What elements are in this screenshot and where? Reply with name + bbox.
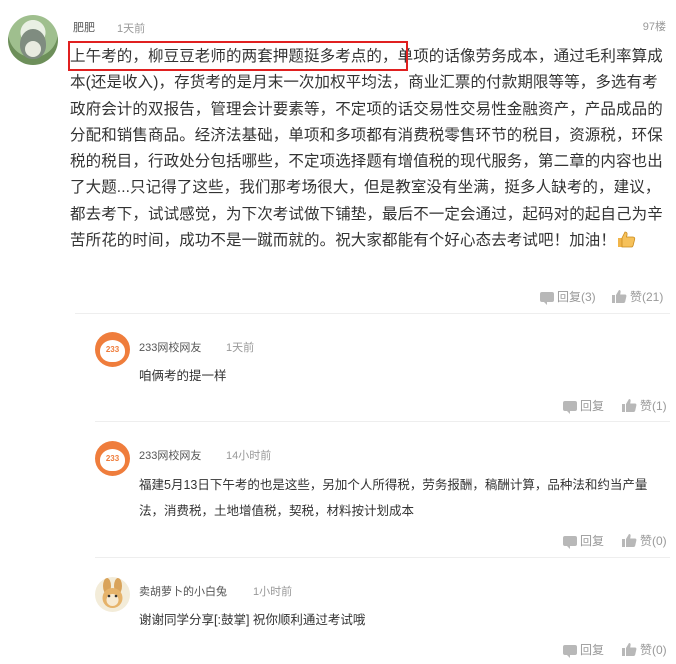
divider	[95, 421, 670, 422]
reply-body: 福建5月13日下午考的也是这些，另加个人所得税，劳务报酬，稿酬计算，品种法和约当…	[139, 478, 648, 518]
comment-body: 上午考的，柳豆豆老师的两套押题挺多考点的，单项的话像劳务成本，通过毛利率算成本(…	[70, 44, 670, 254]
reply-avatar[interactable]: 233	[95, 441, 130, 476]
comment-text: 上午考的，柳豆豆老师的两套押题挺多考点的，单项的话像劳务成本，通过毛利率算成本(…	[70, 48, 663, 250]
reply-body: 谢谢同学分享[:鼓掌] 祝你顺利通过考试哦	[139, 613, 366, 627]
reply-button[interactable]: 回复	[563, 532, 604, 549]
like-button[interactable]: 赞(0)	[622, 532, 667, 549]
divider	[95, 557, 670, 558]
reply-username[interactable]: 卖胡萝卜的小白兔	[139, 583, 227, 599]
like-button[interactable]: 赞(21)	[612, 288, 663, 305]
reply-time: 14小时前	[226, 450, 272, 462]
thumbs-up-icon	[622, 399, 637, 412]
reply-label: 回复	[580, 534, 605, 548]
avatar-logo-text: 233	[105, 345, 120, 354]
reply-button[interactable]: 回复	[563, 641, 604, 658]
reply-avatar[interactable]: 233	[95, 332, 130, 367]
reply-button[interactable]: 回复(3)	[540, 288, 596, 305]
comment-icon	[563, 644, 577, 658]
thumbs-up-icon	[622, 643, 637, 656]
comment-time: 1天前	[117, 23, 146, 35]
reply-time: 1小时前	[253, 586, 293, 598]
comment-icon	[563, 400, 577, 414]
rabbit-icon	[102, 578, 123, 608]
divider	[75, 313, 670, 314]
like-button[interactable]: 赞(1)	[622, 397, 667, 414]
reply-count-label: 回复(3)	[557, 290, 596, 304]
thumbs-up-icon	[612, 290, 627, 303]
comment-icon	[540, 291, 554, 305]
reply-avatar[interactable]	[95, 577, 130, 612]
reply-label: 回复	[580, 399, 605, 413]
reply-body: 咱俩考的提一样	[139, 369, 227, 383]
thumbs-up-icon	[622, 534, 637, 547]
comment-username[interactable]: 肥肥	[73, 19, 95, 35]
like-count-label: 赞(1)	[640, 399, 667, 413]
thumbs-up-emoji-icon	[618, 231, 636, 248]
like-count-label: 赞(0)	[640, 534, 667, 548]
reply-username[interactable]: 233网校网友	[139, 339, 201, 355]
avatar-logo-text: 233	[105, 454, 120, 463]
reply-time: 1天前	[226, 342, 255, 354]
reply-label: 回复	[580, 643, 605, 657]
reply-username[interactable]: 233网校网友	[139, 447, 201, 463]
like-count-label: 赞(21)	[630, 290, 664, 304]
user-avatar[interactable]	[8, 15, 58, 65]
like-button[interactable]: 赞(0)	[622, 641, 667, 658]
comment-icon	[563, 535, 577, 549]
floor-number: 97楼	[642, 21, 666, 33]
like-count-label: 赞(0)	[640, 643, 667, 657]
reply-button[interactable]: 回复	[563, 397, 604, 414]
highlight-annotation	[68, 41, 408, 71]
avatar-figure-belly	[25, 41, 41, 57]
